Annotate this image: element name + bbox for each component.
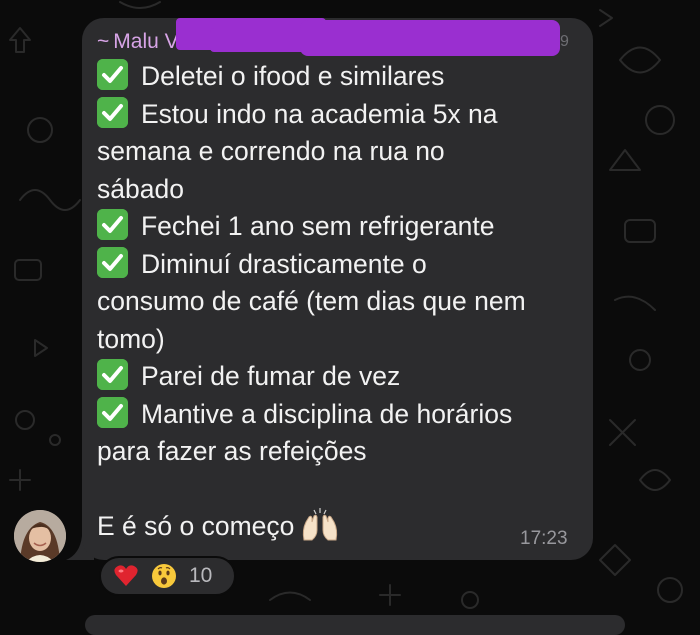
message-line: Fechei 1 ano sem refrigerante (97, 208, 577, 246)
message-line: consumo de café (tem dias que nem (97, 283, 577, 321)
surprised-face-icon (151, 563, 177, 589)
message-line: E é só o começo (97, 508, 577, 546)
sender-name-text: Malu V (113, 30, 179, 53)
message-line-text: consumo de café (tem dias que nem (97, 286, 526, 316)
message-line-text: E é só o começo (97, 511, 295, 541)
check-mark-icon (97, 396, 128, 428)
message-line: sábado (97, 171, 577, 209)
check-mark-icon (97, 96, 128, 128)
message-line: semana e correndo na rua no (97, 133, 577, 171)
message-line-text: tomo) (97, 323, 165, 354)
message-line-text: Mantive a disciplina de horários (141, 398, 513, 429)
sender-time-peek: 9 (560, 33, 569, 50)
message-text: Deletei o ifood e similares Estou indo na… (97, 58, 577, 546)
sender-prefix: ~ (97, 30, 110, 53)
redaction-mark (300, 20, 560, 56)
sender-name[interactable]: ~ Malu V (97, 30, 179, 54)
message-line-text: Deletei o ifood e similares (141, 61, 445, 91)
message-line: Estou indo na academia 5x na (97, 96, 577, 134)
avatar[interactable] (14, 510, 66, 562)
raising-hands-icon (300, 508, 340, 553)
message-line: Mantive a disciplina de horários (97, 396, 577, 434)
message-line: Parei de fumar de vez (97, 358, 577, 396)
check-mark-icon (97, 246, 128, 278)
message-line-text: para fazer as refeições (97, 436, 367, 466)
message-line-text: semana e correndo na rua no (97, 136, 445, 166)
message-line: Diminuí drasticamente o (97, 246, 577, 284)
check-mark-icon (97, 359, 128, 390)
check-mark-icon (97, 209, 128, 240)
message-line: tomo) (97, 321, 577, 359)
message-line: Deletei o ifood e similares (97, 58, 577, 96)
message-line-text: Estou indo na academia 5x na (141, 98, 498, 129)
avatar-photo (14, 510, 66, 562)
reactions-pill[interactable]: 10 (99, 556, 236, 596)
message-line (97, 471, 577, 509)
message-line-text: sábado (97, 173, 184, 204)
message-line-text: Diminuí drasticamente o (141, 248, 427, 279)
check-mark-icon (97, 59, 128, 90)
message-line-text: Parei de fumar de vez (141, 361, 401, 391)
message-timestamp: 17:23 (520, 528, 568, 549)
red-heart-icon (113, 563, 139, 589)
message-line-text: Fechei 1 ano sem refrigerante (141, 211, 495, 241)
next-message-bubble-edge (85, 615, 625, 635)
message-line: para fazer as refeições (97, 433, 577, 471)
reaction-count: 10 (189, 564, 213, 587)
